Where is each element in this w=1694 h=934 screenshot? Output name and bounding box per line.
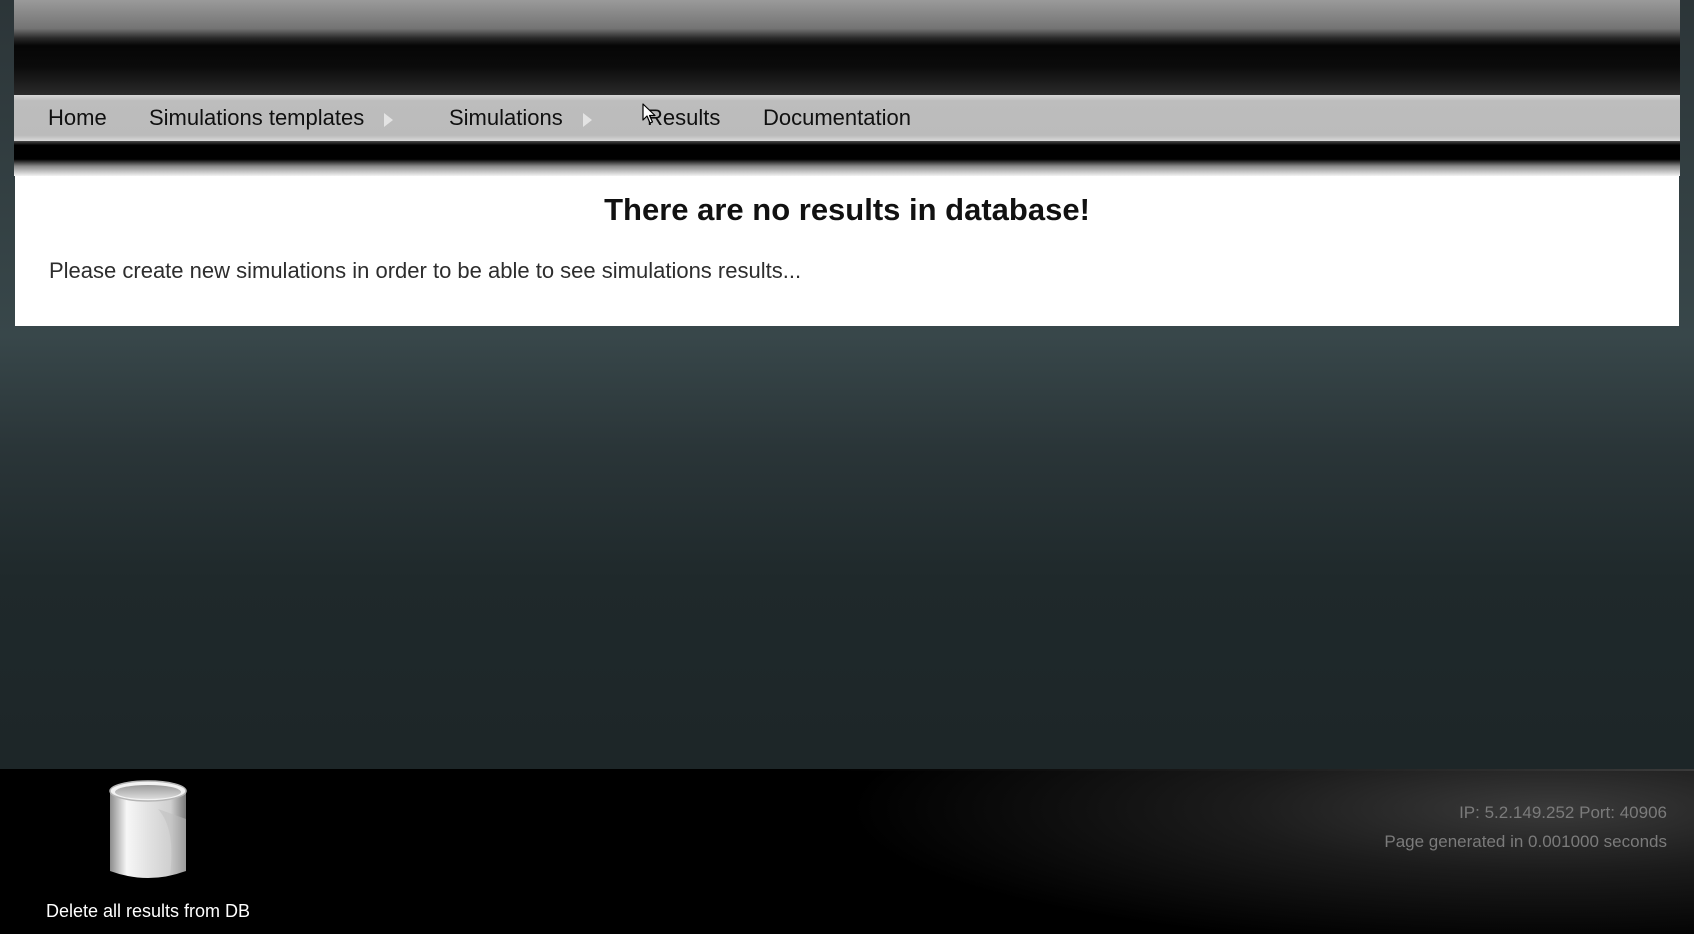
menu-divider <box>14 141 1680 176</box>
content-panel: There are no results in database! Please… <box>15 176 1679 326</box>
footer: Delete all results from DB IP: 5.2.149.2… <box>0 769 1694 934</box>
menu-item-home[interactable]: Home <box>48 95 107 141</box>
submenu-arrow-icon <box>384 113 393 127</box>
submenu-arrow-icon <box>583 113 592 127</box>
page-title: There are no results in database! <box>604 192 1090 227</box>
trash-can-icon <box>109 780 187 878</box>
header-banner <box>14 0 1680 95</box>
mouse-cursor-icon <box>642 103 656 124</box>
empty-state-message: Please create new simulations in order t… <box>49 258 802 283</box>
delete-all-results-button[interactable]: Delete all results from DB <box>38 779 258 924</box>
menu-item-results[interactable]: Results <box>647 95 720 141</box>
menu-item-simulations-templates[interactable]: Simulations templates <box>149 95 364 141</box>
footer-divider <box>830 769 1694 771</box>
server-info: IP: 5.2.149.252 Port: 40906 <box>1459 803 1667 822</box>
menu-item-simulations[interactable]: Simulations <box>449 95 563 141</box>
menu-item-documentation[interactable]: Documentation <box>763 95 911 141</box>
main-menu: Home Simulations templates Simulations R… <box>14 95 1680 141</box>
delete-all-results-label[interactable]: Delete all results from DB <box>38 901 258 922</box>
page-generated-time: Page generated in 0.001000 seconds <box>1384 832 1667 851</box>
